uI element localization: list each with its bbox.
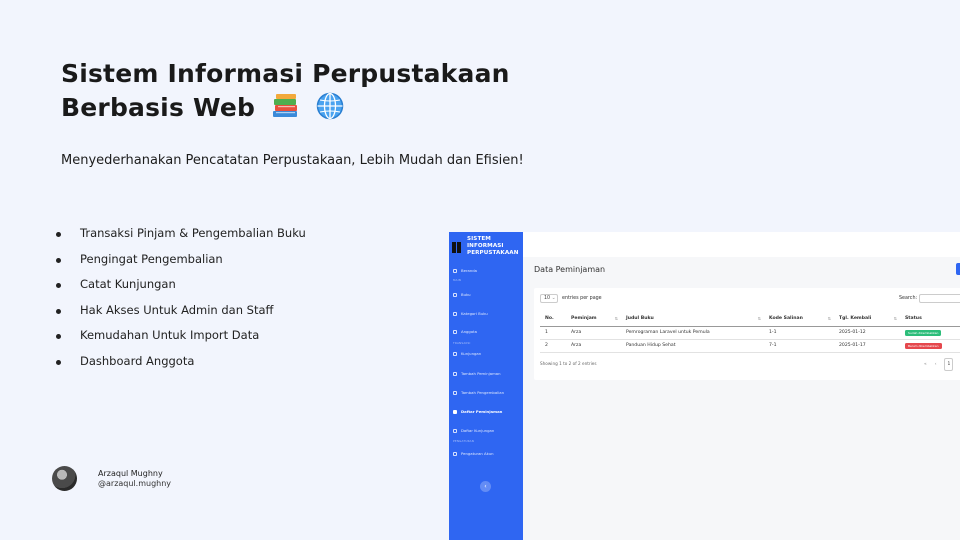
- pagination: « ‹ 1: [924, 358, 954, 371]
- sidebar-collapse-button[interactable]: ‹: [480, 481, 491, 492]
- topbar: [523, 232, 960, 257]
- sidebar: SISTEM INFORMASI PERPUSTAKAAN Beranda MA…: [449, 232, 523, 540]
- chevron-down-icon: ⌄: [551, 296, 556, 301]
- col-judul-buku[interactable]: Judul Buku ⇅: [621, 312, 764, 327]
- gear-icon: [453, 451, 457, 456]
- sidebar-item-daftar-peminjaman[interactable]: Daftar Peminjaman: [453, 409, 502, 414]
- prev-page-button[interactable]: ‹: [935, 362, 937, 367]
- sort-icon: ⇅: [827, 316, 831, 321]
- check-icon: [453, 351, 457, 356]
- table-row: 1 Arza Pemrograman Laravel untuk Pemula …: [540, 326, 960, 340]
- feature-item: Kemudahan Untuk Import Data: [54, 328, 306, 354]
- list-icon: [453, 428, 457, 433]
- col-peminjam[interactable]: Peminjam ⇅: [566, 312, 621, 327]
- sort-icon: ⇅: [614, 316, 618, 321]
- avatar: [52, 466, 77, 491]
- brand-line-2: INFORMASI: [467, 243, 504, 250]
- loan-table: No. Peminjam ⇅ Judul Buku ⇅ Kode Salinan ⇅ …: [540, 312, 960, 353]
- sort-icon: ⇅: [757, 316, 761, 321]
- col-no[interactable]: No.: [540, 312, 566, 327]
- sidebar-section-main: MAIN: [453, 278, 462, 282]
- feature-item: Catat Kunjungan: [54, 277, 306, 303]
- globe-emoji-icon: [316, 92, 344, 120]
- sidebar-item-anggota[interactable]: Anggota: [453, 329, 477, 334]
- sidebar-item-pengaturan-akun[interactable]: Pengaturan Akun: [453, 451, 494, 456]
- sidebar-section-transaksi: TRANSAKSI: [453, 341, 471, 345]
- author-handle: @arzaqul.mughny: [98, 478, 172, 488]
- book-icon: [453, 292, 457, 297]
- status-badge: Belum dikembalikan: [905, 342, 942, 349]
- title-line-1: Sistem Informasi Perpustakaan: [61, 59, 510, 88]
- sidebar-section-pengaturan: PENGATURAN: [453, 439, 475, 443]
- sidebar-item-tambah-pengembalian[interactable]: Tambah Pengembalian: [453, 390, 504, 395]
- table-header-row: No. Peminjam ⇅ Judul Buku ⇅ Kode Salinan ⇅ …: [540, 312, 960, 327]
- feature-item: Hak Akses Untuk Admin dan Staff: [54, 303, 306, 329]
- folder-icon: [453, 311, 457, 316]
- col-tgl-kembali[interactable]: Tgl. Kembali ⇅: [834, 312, 900, 327]
- search-input[interactable]: [919, 294, 960, 303]
- table-row: 2 Arza Panduan Hidup Sehat 7-1 2025-01-1…: [540, 339, 960, 353]
- list-icon: [453, 409, 457, 414]
- feature-item: Transaksi Pinjam & Pengembalian Buku: [54, 226, 306, 252]
- entries-select[interactable]: 10 ⌄: [540, 294, 558, 303]
- first-page-button[interactable]: «: [924, 362, 927, 367]
- arrow-icon: [453, 390, 457, 395]
- user-icon: [453, 329, 457, 334]
- search-label: Search:: [899, 296, 918, 301]
- feature-list: Transaksi Pinjam & Pengembalian Buku Pen…: [54, 226, 306, 380]
- status-badge: Sudah dikembalikan: [905, 329, 942, 336]
- entries-label: entries per page: [562, 296, 602, 301]
- table-card: 10 ⌄ entries per page Search: No. Peminj…: [534, 288, 960, 380]
- page-1-button[interactable]: 1: [944, 358, 954, 371]
- sidebar-item-daftar-kunjungan[interactable]: Daftar Kunjungan: [453, 428, 494, 433]
- home-icon: [453, 268, 457, 273]
- feature-item: Dashboard Anggota: [54, 354, 306, 380]
- brand-line-1: SISTEM: [467, 236, 491, 242]
- app-screenshot: SISTEM INFORMASI PERPUSTAKAAN Beranda MA…: [449, 232, 960, 540]
- title-line-2: Berbasis Web: [61, 93, 256, 122]
- book-logo-icon: [452, 242, 461, 253]
- col-kode-salinan[interactable]: Kode Salinan ⇅: [764, 312, 834, 327]
- sidebar-item-kategori-buku[interactable]: Kategori Buku: [453, 311, 488, 316]
- brand-line-3: PERPUSTAKAAN: [467, 250, 519, 257]
- slide-title: Sistem Informasi Perpustakaan Berbasis W…: [61, 57, 581, 125]
- col-status[interactable]: Status: [900, 312, 960, 327]
- page-title: Data Peminjaman: [534, 265, 606, 274]
- sidebar-item-tambah-peminjaman[interactable]: Tambah Peminjaman: [453, 371, 501, 376]
- feature-item: Pengingat Pengembalian: [54, 252, 306, 278]
- slide-subtitle: Menyederhanakan Pencatatan Perpustakaan,…: [61, 153, 524, 168]
- author-name: Arzaqul Mughny: [98, 468, 163, 478]
- sidebar-item-kunjungan[interactable]: Kunjungan: [453, 351, 481, 356]
- books-emoji-icon: [272, 94, 297, 117]
- sidebar-item-buku[interactable]: Buku: [453, 292, 471, 297]
- arrow-icon: [453, 371, 457, 376]
- author-block: Arzaqul Mughny @arzaqul.mughny: [52, 466, 171, 491]
- table-search: Search:: [899, 294, 960, 303]
- sidebar-item-beranda[interactable]: Beranda: [453, 268, 477, 273]
- chevron-left-icon: ‹: [484, 483, 487, 490]
- entries-length: 10 ⌄ entries per page: [540, 294, 602, 303]
- sort-icon: ⇅: [893, 316, 897, 321]
- add-button[interactable]: [956, 263, 960, 275]
- table-info: Showing 1 to 2 of 2 entries: [540, 361, 597, 366]
- brand: SISTEM INFORMASI PERPUSTAKAAN: [449, 232, 523, 266]
